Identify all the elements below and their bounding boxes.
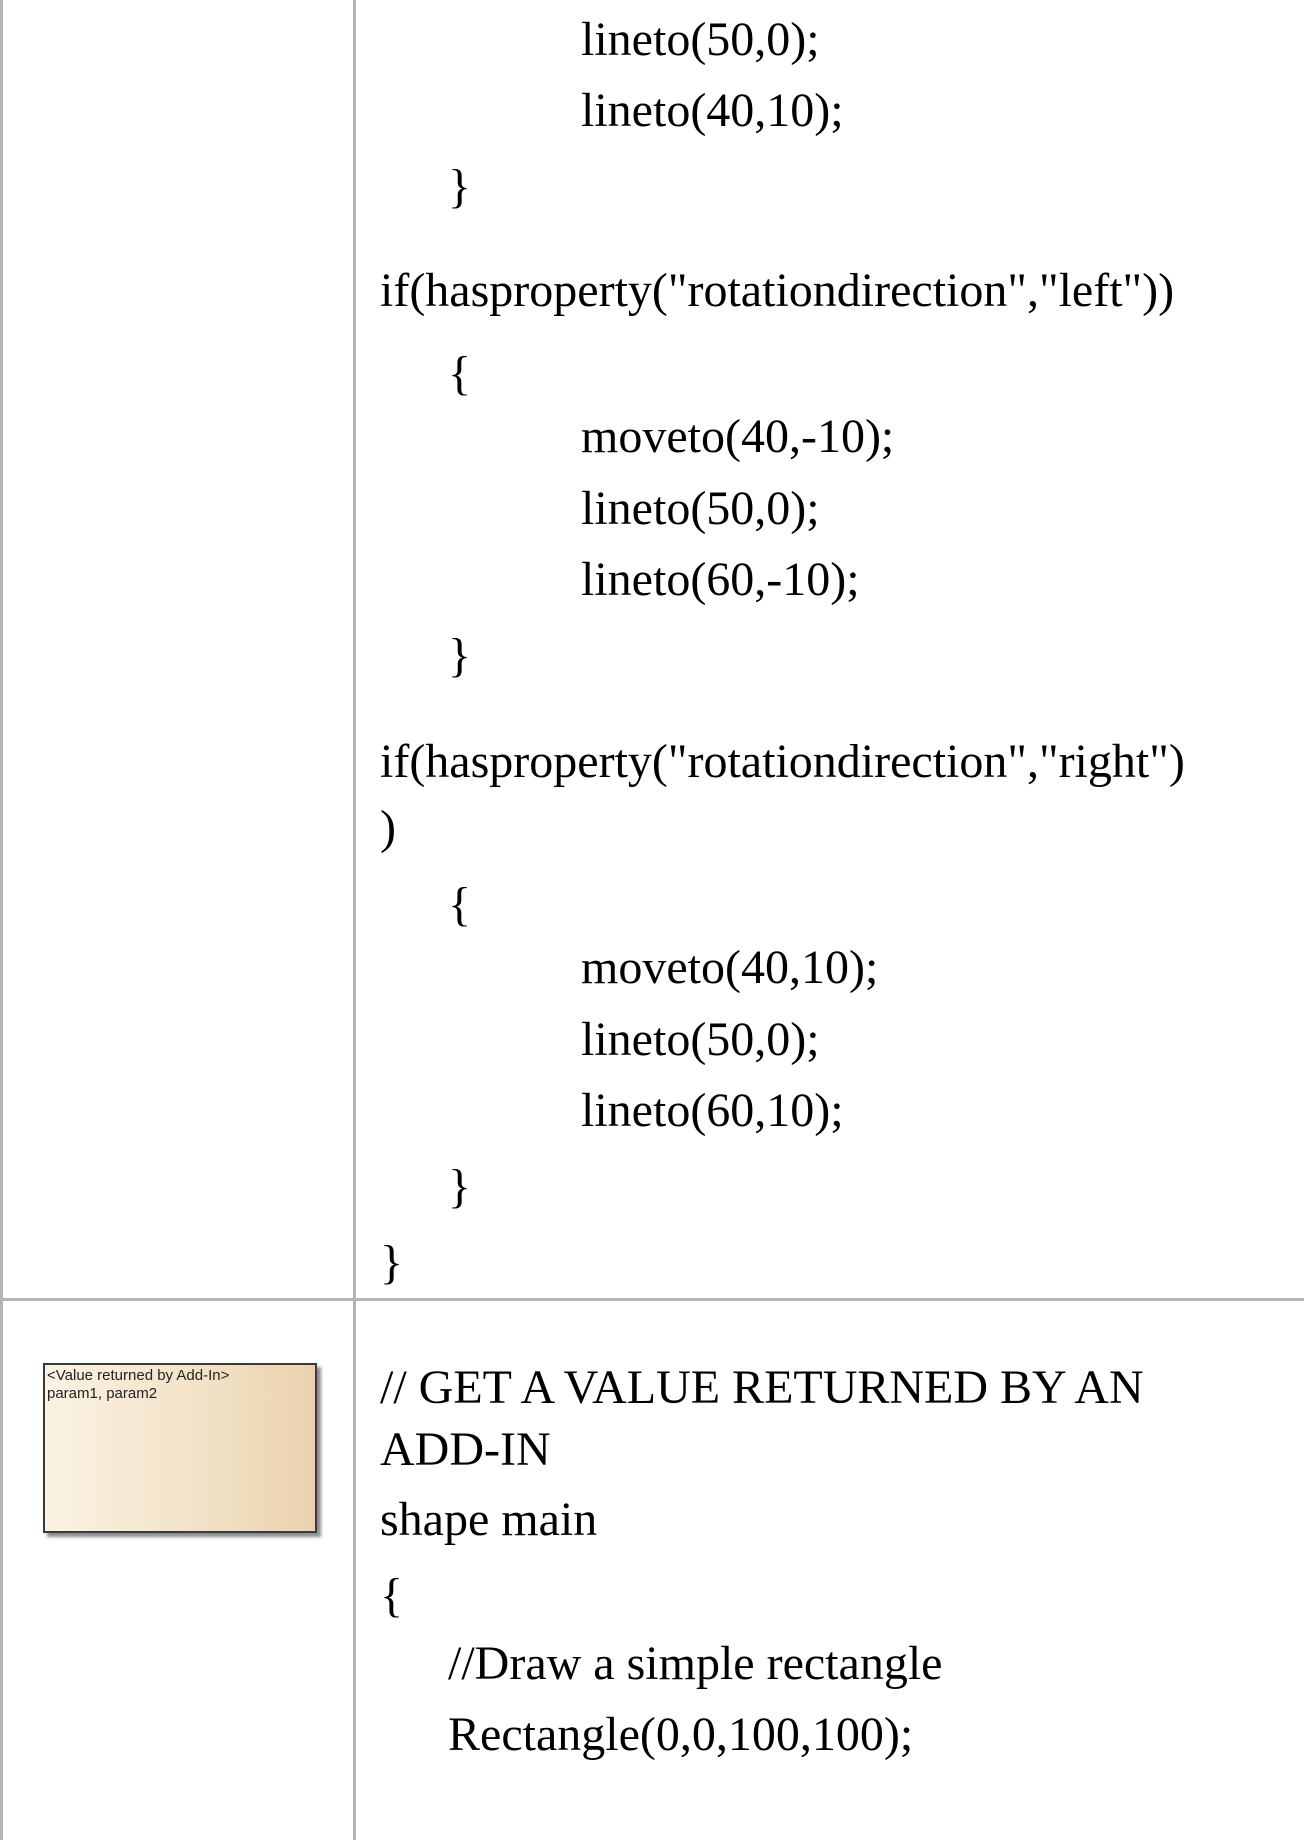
code-line: moveto(40,-10); (581, 410, 895, 463)
shape-preview-params-text: param1, param2 (47, 1385, 158, 1402)
code-line: lineto(40,10); (581, 84, 844, 137)
code-line: } (448, 160, 472, 213)
code-line: { (448, 878, 472, 931)
code-line: shape main (380, 1493, 598, 1546)
code-line: lineto(60,-10); (581, 553, 860, 606)
code-line: Rectangle(0,0,100,100); (448, 1708, 914, 1761)
code-line: ) (380, 801, 396, 854)
code-line: { (380, 1569, 404, 1622)
code-line: } (380, 1236, 404, 1289)
table-border-left (0, 0, 3, 1840)
code-line: if(hasproperty("rotationdirection","righ… (380, 735, 1185, 788)
code-line: lineto(60,10); (581, 1084, 844, 1137)
code-line: { (448, 347, 472, 400)
row-divider (0, 1298, 1304, 1301)
shape-preview-image: <Value returned by Add-In> param1, param… (43, 1363, 317, 1533)
code-line: //Draw a simple rectangle (448, 1637, 943, 1690)
code-line: lineto(50,0); (581, 482, 820, 535)
code-line: if(hasproperty("rotationdirection","left… (380, 264, 1175, 317)
code-line: } (448, 1160, 472, 1213)
code-line: moveto(40,10); (581, 941, 879, 994)
code-line: // GET A VALUE RETURNED BY AN (380, 1361, 1144, 1414)
code-line: lineto(50,0); (581, 1013, 820, 1066)
shape-preview-value-text: <Value returned by Add-In> (47, 1367, 230, 1384)
code-line: lineto(50,0); (581, 13, 820, 66)
code-line: ADD-IN (380, 1423, 551, 1476)
code-line: } (448, 629, 472, 682)
column-divider (353, 0, 356, 1840)
